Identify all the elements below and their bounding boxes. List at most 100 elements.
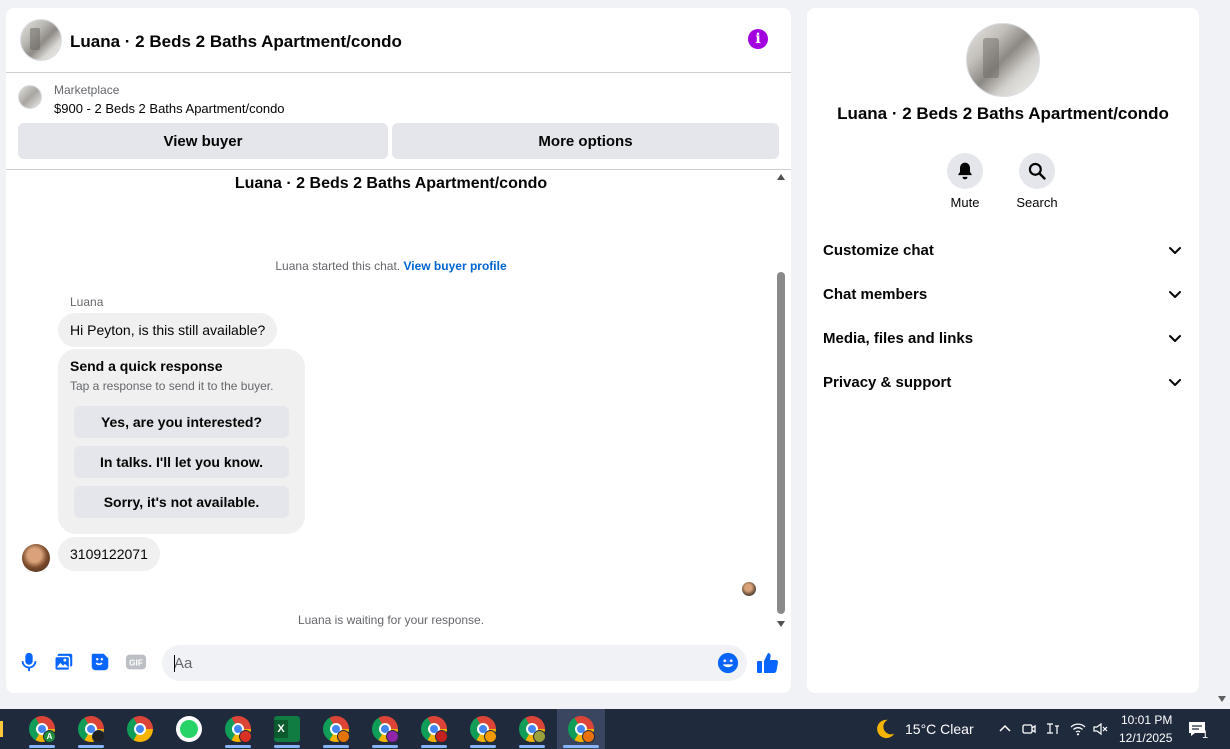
message-scrollbar[interactable] <box>777 174 785 629</box>
chrome-profile-icon-active[interactable] <box>568 716 595 743</box>
running-indicator <box>29 745 55 748</box>
chrome-profile-a-icon[interactable]: A <box>29 716 56 743</box>
clock-date[interactable]: 12/1/2025 <box>1119 731 1172 745</box>
chat-panel: Luana · 2 Beds 2 Baths Apartment/condo i… <box>6 8 791 693</box>
listing-price[interactable]: $900 - 2 Beds 2 Baths Apartment/condo <box>54 101 285 116</box>
message-composer: GIF <box>6 641 791 685</box>
profile-badge: A <box>43 730 56 743</box>
chat-title[interactable]: Luana · 2 Beds 2 Baths Apartment/condo <box>70 32 402 52</box>
chevron-down-icon <box>1169 335 1181 342</box>
running-indicator <box>421 745 447 748</box>
gif-icon[interactable]: GIF <box>125 651 147 673</box>
section-label: Chat members <box>823 286 928 303</box>
scroll-thumb[interactable] <box>777 272 785 614</box>
listing-thumbnail[interactable] <box>18 85 42 109</box>
windows-taskbar: A X 15°C Clear 10:01 PM 12/1/2025 1 <box>0 709 1230 749</box>
section-label: Customize chat <box>823 242 934 259</box>
running-indicator <box>78 745 104 748</box>
section-privacy-support[interactable]: Privacy & support <box>807 362 1199 402</box>
excel-icon[interactable]: X <box>274 716 300 742</box>
mute-button[interactable]: Mute <box>935 153 995 210</box>
chat-started-text: Luana started this chat. <box>275 259 401 273</box>
chevron-up-icon[interactable] <box>997 721 1013 737</box>
running-indicator <box>470 745 496 748</box>
chrome-profile-icon[interactable] <box>470 716 497 743</box>
running-indicator <box>225 745 251 748</box>
message-input[interactable] <box>162 645 707 681</box>
excel-letter: X <box>274 720 288 738</box>
chrome-profile-icon[interactable] <box>225 716 252 743</box>
profile-badge-icon <box>92 730 105 743</box>
message-bubble: Hi Peyton, is this still available? <box>58 313 278 347</box>
section-label: Media, files and links <box>823 330 974 347</box>
chat-details-panel: Luana · 2 Beds 2 Baths Apartment/condo M… <box>807 8 1199 693</box>
message-list: Luana · 2 Beds 2 Baths Apartment/condo L… <box>6 171 776 631</box>
profile-badge-icon <box>337 730 350 743</box>
input-method-icon[interactable] <box>1045 721 1061 737</box>
scroll-down-arrow[interactable] <box>777 621 785 627</box>
wifi-icon[interactable] <box>1070 721 1086 737</box>
search-icon[interactable] <box>1019 153 1055 189</box>
emoji-icon[interactable] <box>717 652 739 674</box>
chat-header: Luana · 2 Beds 2 Baths Apartment/condo i <box>6 8 791 73</box>
profile-badge-icon <box>435 730 448 743</box>
profile-badge-icon <box>239 730 252 743</box>
chrome-profile-icon[interactable] <box>323 716 350 743</box>
section-label: Privacy & support <box>823 374 952 391</box>
moon-weather-icon[interactable] <box>874 718 896 740</box>
sender-avatar[interactable] <box>22 544 50 572</box>
clock-time[interactable]: 10:01 PM <box>1121 713 1172 727</box>
gif-label: GIF <box>129 659 143 668</box>
quick-response-subtitle: Tap a response to send it to the buyer. <box>70 379 274 393</box>
chat-started-notice: Luana started this chat. View buyer prof… <box>6 259 776 273</box>
weather-text[interactable]: 15°C Clear <box>905 721 974 737</box>
listing-source: Marketplace <box>54 83 120 97</box>
search-label: Search <box>1016 195 1058 210</box>
running-indicator <box>323 745 349 748</box>
page-scroll-down-arrow[interactable] <box>1218 696 1226 702</box>
whatsapp-icon[interactable] <box>176 716 202 742</box>
mute-label: Mute <box>950 195 980 210</box>
section-media-files-links[interactable]: Media, files and links <box>807 318 1199 358</box>
details-avatar[interactable] <box>966 23 1040 97</box>
chrome-profile-icon[interactable] <box>372 716 399 743</box>
running-indicator <box>519 745 545 748</box>
quick-response-not-available[interactable]: Sorry, it's not available. <box>74 486 289 518</box>
view-buyer-button[interactable]: View buyer <box>18 123 388 159</box>
running-indicator <box>372 745 398 748</box>
listing-banner: Marketplace $900 - 2 Beds 2 Baths Apartm… <box>6 74 791 170</box>
more-options-button[interactable]: More options <box>392 123 779 159</box>
bell-icon[interactable] <box>947 153 983 189</box>
chrome-profile-icon[interactable] <box>519 716 546 743</box>
quick-response-yes[interactable]: Yes, are you interested? <box>74 406 289 438</box>
quick-response-card: Send a quick response Tap a response to … <box>58 349 305 534</box>
running-indicator <box>563 745 599 748</box>
profile-badge-icon <box>484 730 497 743</box>
search-button[interactable]: Search <box>1007 153 1067 210</box>
profile-badge-icon <box>386 730 399 743</box>
text-caret <box>174 655 175 672</box>
profile-badge-icon <box>582 730 595 743</box>
microphone-icon[interactable] <box>18 651 40 673</box>
scroll-up-arrow[interactable] <box>777 174 785 180</box>
volume-muted-icon[interactable] <box>1092 721 1108 737</box>
file-explorer-edge-icon[interactable] <box>0 721 3 737</box>
chrome-icon[interactable] <box>127 716 153 742</box>
photo-icon[interactable] <box>53 651 75 673</box>
thumbs-up-icon[interactable] <box>756 651 780 675</box>
chevron-down-icon <box>1169 247 1181 254</box>
meet-now-icon[interactable] <box>1021 721 1037 737</box>
quick-response-in-talks[interactable]: In talks. I'll let you know. <box>74 446 289 478</box>
seen-indicator-avatar <box>742 582 756 596</box>
chrome-profile-icon[interactable] <box>78 716 105 743</box>
section-customize-chat[interactable]: Customize chat <box>807 230 1199 270</box>
view-buyer-profile-link[interactable]: View buyer profile <box>403 259 506 273</box>
section-chat-members[interactable]: Chat members <box>807 274 1199 314</box>
listing-avatar[interactable] <box>20 19 62 61</box>
sticker-icon[interactable] <box>89 651 111 673</box>
chrome-profile-icon[interactable] <box>421 716 448 743</box>
details-title: Luana · 2 Beds 2 Baths Apartment/condo <box>837 104 1169 123</box>
chevron-down-icon <box>1169 291 1181 298</box>
info-icon[interactable]: i <box>748 29 768 49</box>
message-input-wrapper <box>162 645 747 681</box>
